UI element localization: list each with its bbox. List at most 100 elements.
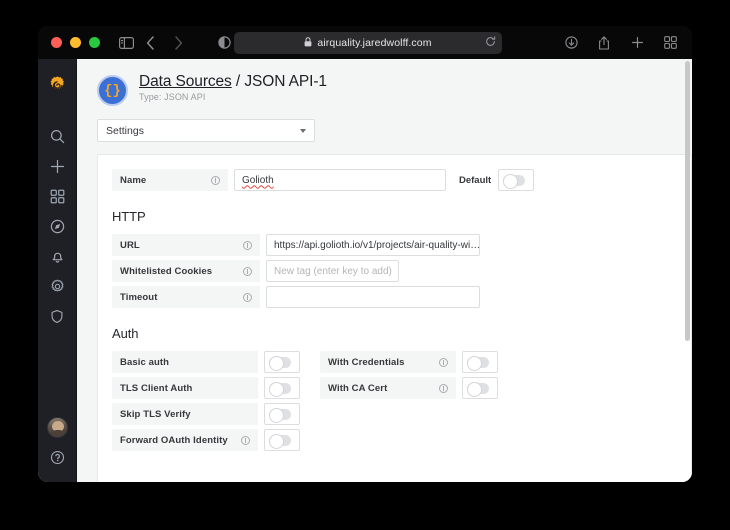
- grafana-app: {} Data Sources / JSON API-1 Type: JSON …: [38, 59, 692, 482]
- browser-titlebar: airquality.jaredwolff.com: [38, 26, 692, 59]
- toggle-switch-off: [467, 355, 489, 371]
- default-toggle[interactable]: [498, 169, 535, 191]
- auth-section-title: Auth: [112, 326, 139, 341]
- with-ca-cert-label-wrap: With CA Cert: [320, 377, 456, 399]
- timeout-label-wrap: Timeout: [112, 286, 260, 308]
- new-tab-button[interactable]: [625, 32, 649, 54]
- sidebar-item-alerting[interactable]: [38, 241, 77, 271]
- name-input[interactable]: Golioth: [234, 169, 446, 191]
- with-credentials-label: With Credentials: [328, 356, 405, 368]
- with-ca-cert-toggle[interactable]: [462, 377, 498, 399]
- tls-client-auth-label-wrap: TLS Client Auth: [112, 377, 258, 399]
- chevron-down-icon: [300, 128, 306, 133]
- sidebar-item-search[interactable]: [38, 121, 77, 151]
- timeout-field-row: Timeout: [112, 286, 677, 308]
- screenshot-root: airquality.jaredwolff.com {} Data Source…: [0, 0, 730, 530]
- grafana-sidebar: [38, 59, 77, 482]
- privacy-report-icon[interactable]: [212, 32, 236, 54]
- info-icon[interactable]: [211, 175, 220, 185]
- minimize-window-button[interactable]: [70, 37, 81, 48]
- whitelisted-cookies-input[interactable]: New tag (enter key to add): [266, 260, 399, 282]
- downloads-icon[interactable]: [559, 32, 583, 54]
- whitelisted-cookies-label-wrap: Whitelisted Cookies: [112, 260, 260, 282]
- address-bar[interactable]: airquality.jaredwolff.com: [234, 31, 502, 54]
- basic-auth-toggle[interactable]: [264, 351, 300, 373]
- sidebar-item-dashboards[interactable]: [38, 181, 77, 211]
- tls-client-auth-toggle[interactable]: [264, 377, 300, 399]
- settings-card: Name Golioth Default HTTP URL https://ap…: [97, 154, 692, 482]
- forward-oauth-identity-row: Forward OAuth Identity: [112, 429, 677, 451]
- whitelisted-cookies-label: Whitelisted Cookies: [120, 265, 213, 277]
- info-icon[interactable]: [243, 266, 252, 276]
- tls-client-auth-row: TLS Client Auth With CA Cert: [112, 377, 677, 399]
- json-api-datasource-icon: {}: [97, 75, 128, 106]
- settings-tab-select-value: Settings: [106, 124, 144, 137]
- sidebar-item-create[interactable]: [38, 151, 77, 181]
- skip-tls-verify-row: Skip TLS Verify: [112, 403, 677, 425]
- sidebar-item-explore[interactable]: [38, 211, 77, 241]
- breadcrumb-data-sources-link[interactable]: Data Sources: [139, 73, 232, 90]
- info-icon[interactable]: [439, 383, 448, 393]
- window-controls[interactable]: [51, 37, 100, 48]
- breadcrumb-separator: /: [231, 73, 245, 90]
- scroll-area: {} Data Sources / JSON API-1 Type: JSON …: [77, 59, 692, 482]
- help-icon[interactable]: [38, 442, 77, 472]
- breadcrumb-current: JSON API-1: [244, 73, 327, 90]
- whitelisted-cookies-placeholder: New tag (enter key to add): [274, 265, 392, 277]
- settings-tab-select[interactable]: Settings: [97, 119, 315, 142]
- timeout-input[interactable]: [266, 286, 480, 308]
- page-title: Data Sources / JSON API-1: [139, 73, 327, 91]
- back-button[interactable]: [138, 32, 162, 54]
- toggle-switch-off: [269, 355, 291, 371]
- lock-icon: [304, 34, 312, 52]
- sidebar-item-server-admin[interactable]: [38, 301, 77, 331]
- toggle-switch-off: [269, 433, 291, 449]
- skip-tls-verify-toggle[interactable]: [264, 403, 300, 425]
- grafana-logo[interactable]: [38, 67, 77, 103]
- name-field-label: Name: [120, 174, 147, 186]
- sidebar-toggle-icon[interactable]: [114, 32, 138, 54]
- with-credentials-toggle[interactable]: [462, 351, 498, 373]
- auth-grid: Basic auth With Credentials TLS Client A…: [112, 351, 677, 451]
- basic-auth-label: Basic auth: [120, 356, 170, 368]
- info-icon[interactable]: [243, 292, 252, 302]
- page-content: {} Data Sources / JSON API-1 Type: JSON …: [77, 59, 692, 482]
- with-credentials-label-wrap: With Credentials: [320, 351, 456, 373]
- browser-window: airquality.jaredwolff.com {} Data Source…: [38, 26, 692, 482]
- url-field-row: URL https://api.golioth.io/v1/projects/a…: [112, 234, 677, 256]
- sidebar-item-configuration[interactable]: [38, 271, 77, 301]
- timeout-label: Timeout: [120, 291, 158, 303]
- name-input-value: Golioth: [242, 174, 274, 186]
- skip-tls-verify-label-wrap: Skip TLS Verify: [112, 403, 258, 425]
- info-icon[interactable]: [243, 240, 252, 250]
- forward-oauth-identity-label: Forward OAuth Identity: [120, 434, 228, 446]
- maximize-window-button[interactable]: [89, 37, 100, 48]
- whitelisted-cookies-field-row: Whitelisted Cookies New tag (enter key t…: [112, 260, 677, 282]
- datasource-type-label: Type: JSON API: [139, 92, 206, 102]
- share-icon[interactable]: [592, 32, 616, 54]
- url-text: airquality.jaredwolff.com: [317, 36, 432, 49]
- info-icon[interactable]: [439, 357, 448, 367]
- page-header: {} Data Sources / JSON API-1 Type: JSON …: [97, 73, 692, 119]
- http-section-title: HTTP: [112, 209, 146, 224]
- skip-tls-verify-label: Skip TLS Verify: [120, 408, 191, 420]
- forward-oauth-identity-label-wrap: Forward OAuth Identity: [112, 429, 258, 451]
- toggle-switch-off: [503, 173, 526, 189]
- toggle-switch-off: [467, 381, 489, 397]
- with-ca-cert-label: With CA Cert: [328, 382, 388, 394]
- avatar[interactable]: [38, 412, 77, 442]
- vertical-scrollbar[interactable]: [685, 61, 690, 341]
- name-field-label-wrap: Name: [112, 169, 228, 191]
- toggle-switch-off: [269, 381, 291, 397]
- close-window-button[interactable]: [51, 37, 62, 48]
- forward-oauth-identity-toggle[interactable]: [264, 429, 300, 451]
- tls-client-auth-label: TLS Client Auth: [120, 382, 193, 394]
- toggle-switch-off: [269, 407, 291, 423]
- tab-overview-icon[interactable]: [658, 32, 682, 54]
- reload-icon[interactable]: [485, 35, 496, 50]
- info-icon[interactable]: [241, 435, 250, 445]
- url-field-label: URL: [120, 239, 140, 251]
- browser-toolbar-right: [559, 32, 682, 54]
- url-input[interactable]: https://api.golioth.io/v1/projects/air-q…: [266, 234, 480, 256]
- basic-auth-label-wrap: Basic auth: [112, 351, 258, 373]
